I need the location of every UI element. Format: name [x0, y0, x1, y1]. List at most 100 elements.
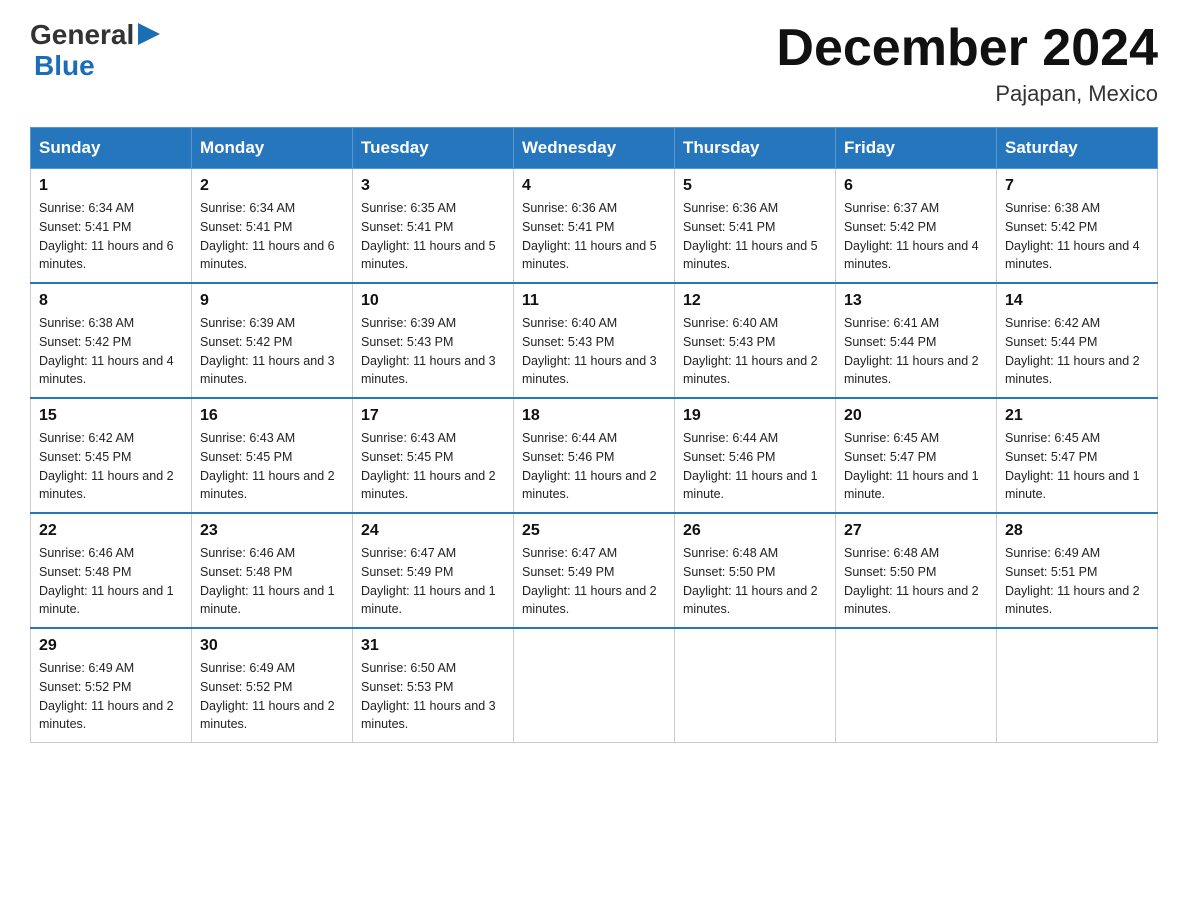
day-info: Sunrise: 6:49 AMSunset: 5:52 PMDaylight:… — [39, 659, 183, 734]
day-info: Sunrise: 6:36 AMSunset: 5:41 PMDaylight:… — [522, 199, 666, 274]
calendar-cell: 19 Sunrise: 6:44 AMSunset: 5:46 PMDaylig… — [675, 398, 836, 513]
day-number: 9 — [200, 292, 344, 310]
calendar-cell: 15 Sunrise: 6:42 AMSunset: 5:45 PMDaylig… — [31, 398, 192, 513]
day-number: 12 — [683, 292, 827, 310]
calendar-cell — [514, 628, 675, 743]
logo-blue-text: Blue — [34, 51, 160, 82]
calendar-cell: 29 Sunrise: 6:49 AMSunset: 5:52 PMDaylig… — [31, 628, 192, 743]
calendar-cell: 27 Sunrise: 6:48 AMSunset: 5:50 PMDaylig… — [836, 513, 997, 628]
day-number: 26 — [683, 522, 827, 540]
calendar-cell: 3 Sunrise: 6:35 AMSunset: 5:41 PMDayligh… — [353, 169, 514, 284]
day-info: Sunrise: 6:40 AMSunset: 5:43 PMDaylight:… — [683, 314, 827, 389]
day-number: 4 — [522, 177, 666, 195]
day-info: Sunrise: 6:34 AMSunset: 5:41 PMDaylight:… — [39, 199, 183, 274]
day-info: Sunrise: 6:49 AMSunset: 5:52 PMDaylight:… — [200, 659, 344, 734]
calendar-cell: 24 Sunrise: 6:47 AMSunset: 5:49 PMDaylig… — [353, 513, 514, 628]
day-number: 22 — [39, 522, 183, 540]
day-number: 11 — [522, 292, 666, 310]
day-number: 1 — [39, 177, 183, 195]
calendar-cell: 2 Sunrise: 6:34 AMSunset: 5:41 PMDayligh… — [192, 169, 353, 284]
calendar-cell: 10 Sunrise: 6:39 AMSunset: 5:43 PMDaylig… — [353, 283, 514, 398]
day-number: 16 — [200, 407, 344, 425]
calendar-cell: 26 Sunrise: 6:48 AMSunset: 5:50 PMDaylig… — [675, 513, 836, 628]
day-number: 17 — [361, 407, 505, 425]
day-info: Sunrise: 6:48 AMSunset: 5:50 PMDaylight:… — [844, 544, 988, 619]
calendar-cell: 11 Sunrise: 6:40 AMSunset: 5:43 PMDaylig… — [514, 283, 675, 398]
day-info: Sunrise: 6:40 AMSunset: 5:43 PMDaylight:… — [522, 314, 666, 389]
days-header-row: SundayMondayTuesdayWednesdayThursdayFrid… — [31, 128, 1158, 169]
day-info: Sunrise: 6:43 AMSunset: 5:45 PMDaylight:… — [361, 429, 505, 504]
day-header-monday: Monday — [192, 128, 353, 169]
day-number: 15 — [39, 407, 183, 425]
calendar-cell: 1 Sunrise: 6:34 AMSunset: 5:41 PMDayligh… — [31, 169, 192, 284]
day-info: Sunrise: 6:44 AMSunset: 5:46 PMDaylight:… — [683, 429, 827, 504]
title-section: December 2024 Pajapan, Mexico — [776, 20, 1158, 107]
day-number: 20 — [844, 407, 988, 425]
day-number: 30 — [200, 637, 344, 655]
day-info: Sunrise: 6:47 AMSunset: 5:49 PMDaylight:… — [361, 544, 505, 619]
day-info: Sunrise: 6:37 AMSunset: 5:42 PMDaylight:… — [844, 199, 988, 274]
logo-general-text: General — [30, 20, 134, 51]
day-info: Sunrise: 6:44 AMSunset: 5:46 PMDaylight:… — [522, 429, 666, 504]
day-number: 14 — [1005, 292, 1149, 310]
day-header-sunday: Sunday — [31, 128, 192, 169]
calendar-cell — [836, 628, 997, 743]
day-info: Sunrise: 6:42 AMSunset: 5:45 PMDaylight:… — [39, 429, 183, 504]
day-header-friday: Friday — [836, 128, 997, 169]
day-info: Sunrise: 6:50 AMSunset: 5:53 PMDaylight:… — [361, 659, 505, 734]
day-info: Sunrise: 6:35 AMSunset: 5:41 PMDaylight:… — [361, 199, 505, 274]
day-number: 8 — [39, 292, 183, 310]
day-info: Sunrise: 6:38 AMSunset: 5:42 PMDaylight:… — [1005, 199, 1149, 274]
day-info: Sunrise: 6:34 AMSunset: 5:41 PMDaylight:… — [200, 199, 344, 274]
calendar-cell: 22 Sunrise: 6:46 AMSunset: 5:48 PMDaylig… — [31, 513, 192, 628]
calendar-cell: 25 Sunrise: 6:47 AMSunset: 5:49 PMDaylig… — [514, 513, 675, 628]
calendar-cell: 31 Sunrise: 6:50 AMSunset: 5:53 PMDaylig… — [353, 628, 514, 743]
calendar-table: SundayMondayTuesdayWednesdayThursdayFrid… — [30, 127, 1158, 743]
day-info: Sunrise: 6:39 AMSunset: 5:43 PMDaylight:… — [361, 314, 505, 389]
day-info: Sunrise: 6:47 AMSunset: 5:49 PMDaylight:… — [522, 544, 666, 619]
day-info: Sunrise: 6:39 AMSunset: 5:42 PMDaylight:… — [200, 314, 344, 389]
calendar-cell: 7 Sunrise: 6:38 AMSunset: 5:42 PMDayligh… — [997, 169, 1158, 284]
day-number: 25 — [522, 522, 666, 540]
day-info: Sunrise: 6:49 AMSunset: 5:51 PMDaylight:… — [1005, 544, 1149, 619]
location-text: Pajapan, Mexico — [776, 81, 1158, 107]
day-header-wednesday: Wednesday — [514, 128, 675, 169]
day-number: 29 — [39, 637, 183, 655]
day-info: Sunrise: 6:43 AMSunset: 5:45 PMDaylight:… — [200, 429, 344, 504]
day-info: Sunrise: 6:38 AMSunset: 5:42 PMDaylight:… — [39, 314, 183, 389]
day-number: 7 — [1005, 177, 1149, 195]
calendar-cell: 5 Sunrise: 6:36 AMSunset: 5:41 PMDayligh… — [675, 169, 836, 284]
day-number: 3 — [361, 177, 505, 195]
day-info: Sunrise: 6:41 AMSunset: 5:44 PMDaylight:… — [844, 314, 988, 389]
calendar-cell: 14 Sunrise: 6:42 AMSunset: 5:44 PMDaylig… — [997, 283, 1158, 398]
day-number: 10 — [361, 292, 505, 310]
day-info: Sunrise: 6:42 AMSunset: 5:44 PMDaylight:… — [1005, 314, 1149, 389]
day-number: 6 — [844, 177, 988, 195]
calendar-cell: 9 Sunrise: 6:39 AMSunset: 5:42 PMDayligh… — [192, 283, 353, 398]
day-number: 27 — [844, 522, 988, 540]
day-number: 28 — [1005, 522, 1149, 540]
day-number: 19 — [683, 407, 827, 425]
day-header-saturday: Saturday — [997, 128, 1158, 169]
day-info: Sunrise: 6:46 AMSunset: 5:48 PMDaylight:… — [200, 544, 344, 619]
calendar-cell: 18 Sunrise: 6:44 AMSunset: 5:46 PMDaylig… — [514, 398, 675, 513]
calendar-cell — [997, 628, 1158, 743]
calendar-cell: 16 Sunrise: 6:43 AMSunset: 5:45 PMDaylig… — [192, 398, 353, 513]
day-header-tuesday: Tuesday — [353, 128, 514, 169]
calendar-cell: 13 Sunrise: 6:41 AMSunset: 5:44 PMDaylig… — [836, 283, 997, 398]
calendar-cell: 8 Sunrise: 6:38 AMSunset: 5:42 PMDayligh… — [31, 283, 192, 398]
day-header-thursday: Thursday — [675, 128, 836, 169]
week-row-5: 29 Sunrise: 6:49 AMSunset: 5:52 PMDaylig… — [31, 628, 1158, 743]
calendar-cell: 12 Sunrise: 6:40 AMSunset: 5:43 PMDaylig… — [675, 283, 836, 398]
day-number: 31 — [361, 637, 505, 655]
day-number: 18 — [522, 407, 666, 425]
week-row-1: 1 Sunrise: 6:34 AMSunset: 5:41 PMDayligh… — [31, 169, 1158, 284]
logo-arrow-icon — [138, 23, 160, 45]
calendar-cell — [675, 628, 836, 743]
calendar-cell: 20 Sunrise: 6:45 AMSunset: 5:47 PMDaylig… — [836, 398, 997, 513]
calendar-cell: 30 Sunrise: 6:49 AMSunset: 5:52 PMDaylig… — [192, 628, 353, 743]
week-row-3: 15 Sunrise: 6:42 AMSunset: 5:45 PMDaylig… — [31, 398, 1158, 513]
calendar-cell: 6 Sunrise: 6:37 AMSunset: 5:42 PMDayligh… — [836, 169, 997, 284]
day-number: 2 — [200, 177, 344, 195]
day-info: Sunrise: 6:48 AMSunset: 5:50 PMDaylight:… — [683, 544, 827, 619]
